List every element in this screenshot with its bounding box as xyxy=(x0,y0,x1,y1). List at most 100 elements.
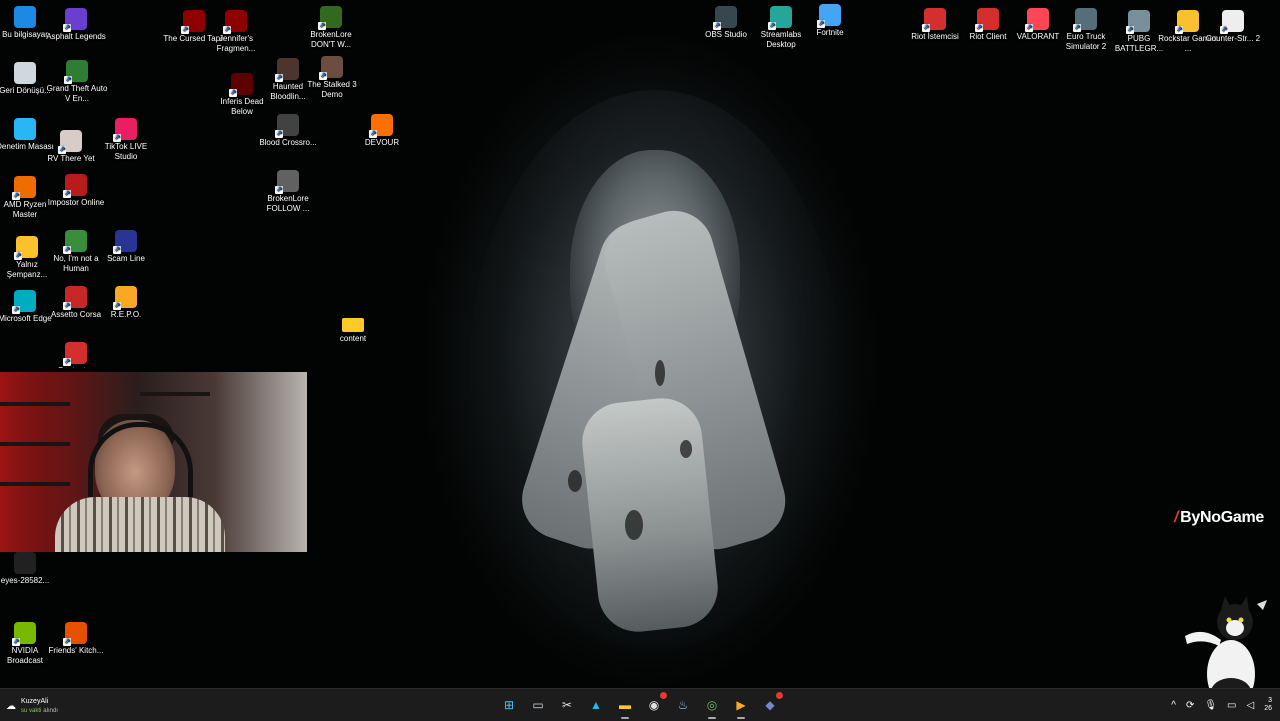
shortcut-arrow-icon: ↗ xyxy=(63,638,71,646)
desktop-icon[interactable]: eyes-28582... xyxy=(0,552,56,586)
tray-chevron-icon[interactable]: ^ xyxy=(1171,700,1176,711)
wallpaper-stain xyxy=(680,440,692,458)
file-explorer-button[interactable]: ▬ xyxy=(613,693,637,719)
discord-button[interactable]: ◆ xyxy=(758,692,783,717)
shortcut-arrow-icon: ↗ xyxy=(229,89,237,97)
snipping-tool-button[interactable]: ✂ xyxy=(555,693,579,717)
sync-icon[interactable]: ⟳ xyxy=(1186,700,1194,711)
desktop-icon-label: Fortnite xyxy=(816,28,844,37)
volume-icon[interactable]: ◁ xyxy=(1247,700,1255,711)
desktop-icon[interactable]: ↗ Scam Line xyxy=(95,230,157,264)
shortcut-arrow-icon: ↗ xyxy=(1025,24,1033,32)
desktop-icon-label: Counter-Str... 2 xyxy=(1205,34,1261,43)
shortcut-arrow-icon: ↗ xyxy=(12,638,20,646)
shortcut-arrow-icon: ↗ xyxy=(12,306,20,314)
shortcut-arrow-icon: ↗ xyxy=(63,24,71,32)
chrome-icon: ◎ xyxy=(706,698,718,712)
taskbar-widget[interactable]: ☁ KuzeyAli su vakti alındı xyxy=(6,697,58,716)
chrome-button[interactable]: ◎ xyxy=(700,693,724,719)
desktop-icon[interactable]: ↗ Counter-Str... 2 xyxy=(1202,10,1264,44)
desktop-icon[interactable]: ↗Content ... xyxy=(45,342,107,368)
network-icon[interactable]: ▭ xyxy=(1227,700,1236,711)
desktop-icon[interactable]: ↗ Grand Theft Auto V En... xyxy=(46,60,108,104)
desktop-icon[interactable]: ↗ OBS Studio xyxy=(695,6,757,40)
brokenlore-icon: ↗ xyxy=(318,6,342,30)
riot-client-icon: ↗ xyxy=(975,8,999,32)
shortcut-arrow-icon: ↗ xyxy=(768,22,776,30)
start-button[interactable]: ⊞ xyxy=(497,693,521,717)
shortcut-arrow-icon: ↗ xyxy=(817,20,825,28)
desktop-icon[interactable]: ↗ Jennifer's Fragmen... xyxy=(205,10,267,54)
shortcut-arrow-icon: ↗ xyxy=(63,190,71,198)
desktop-icon[interactable]: ↗ BrokenLore FOLLOW ... xyxy=(257,170,319,214)
desktop-icon-label: TikTok LIVE Studio xyxy=(104,142,148,161)
widget-title: KuzeyAli xyxy=(21,698,49,705)
desktop-icon-label: The Stalked 3 Demo xyxy=(307,80,357,99)
clock-line-1: 3 xyxy=(1268,697,1272,704)
shortcut-arrow-icon: ↗ xyxy=(14,252,22,260)
obs-icon: ↗ xyxy=(713,6,737,30)
shortcut-arrow-icon: ↗ xyxy=(113,134,121,142)
shortcut-arrow-icon: ↗ xyxy=(58,146,66,154)
discord-icon: ◆ xyxy=(765,698,775,712)
user-status-icon: ☁ xyxy=(6,700,16,712)
desktop-icon[interactable]: ↗ BrokenLore DON'T W... xyxy=(300,6,362,50)
watermark-text: ByNoGame xyxy=(1180,509,1264,526)
desktop-icon[interactable]: ↗ DEVOUR xyxy=(351,114,413,148)
desktop-icon-label: OBS Studio xyxy=(705,30,747,39)
shortcut-arrow-icon: ↗ xyxy=(63,358,71,366)
desktop-wallpaper xyxy=(0,0,1280,688)
clock[interactable]: 3 26 xyxy=(1264,697,1272,713)
desktop-icon[interactable]: ↗ RV There Yet xyxy=(40,130,102,164)
amd-icon: ↗ xyxy=(12,176,36,200)
task-view-icon: ▭ xyxy=(532,698,544,712)
shortcut-arrow-icon: ↗ xyxy=(12,192,20,200)
rockstar-icon: ↗ xyxy=(1175,10,1199,34)
widget-subtitle-2: alındı xyxy=(43,708,58,714)
blood-crossroads-icon: ↗ xyxy=(275,114,299,138)
desktop-icon-label: BrokenLore DON'T W... xyxy=(310,30,352,49)
taskbar-apps: ⊞ ▭ ✂ ▲ ▬ ◉ ♨ ◎ ▶ ◆ xyxy=(497,692,783,719)
folder-icon xyxy=(342,318,364,332)
devour-icon: ↗ xyxy=(369,114,393,138)
wallpaper-lower-hand xyxy=(578,394,722,636)
shortcut-arrow-icon: ↗ xyxy=(319,72,327,80)
desktop-icon[interactable]: ↗ Impostor Online xyxy=(45,174,107,208)
desktop-icon[interactable]: content xyxy=(322,314,384,344)
photos-button[interactable]: ▲ xyxy=(584,693,608,717)
shortcut-arrow-icon: ↗ xyxy=(369,130,377,138)
folder-icon: ▬ xyxy=(619,698,631,712)
wallpaper-stain xyxy=(655,360,665,386)
desktop-icon[interactable]: ↗ The Stalked 3 Demo xyxy=(301,56,363,100)
desktop-icon[interactable]: ↗ TikTok LIVE Studio xyxy=(95,118,157,162)
bynogame-watermark: / ByNoGame xyxy=(1174,509,1264,527)
wallpaper-stain xyxy=(625,510,643,540)
streamlabs-icon: ↗ xyxy=(768,6,792,30)
haunted-icon: ↗ xyxy=(275,58,299,82)
obs-button[interactable]: ◉ xyxy=(642,692,667,717)
riot-icon: ↗ xyxy=(922,8,946,32)
steam-button[interactable]: ♨ xyxy=(671,693,695,717)
stalked-icon: ↗ xyxy=(319,56,343,80)
task-view-button[interactable]: ▭ xyxy=(526,693,550,717)
desktop-icon-label: Grand Theft Auto V En... xyxy=(46,84,108,103)
shortcut-arrow-icon: ↗ xyxy=(63,302,71,310)
desktop-icon-label: eyes-28582... xyxy=(0,576,50,585)
desktop-icon-label: BrokenLore FOLLOW ... xyxy=(266,194,310,213)
desktop-icon-label: Blood Crossro... xyxy=(259,138,317,147)
desktop-icon[interactable]: ↗ Fortnite xyxy=(799,4,861,38)
desktop-icon[interactable]: ↗ Blood Crossro... xyxy=(257,114,319,148)
desktop-icon[interactable]: ↗ Asphalt Legends xyxy=(45,8,107,42)
desktop-icon[interactable]: ↗ R.E.P.O. xyxy=(95,286,157,320)
impostor-icon: ↗ xyxy=(63,174,87,198)
microphone-icon[interactable]: 🎙 xyxy=(1204,700,1217,711)
desktop-icon-label: Jennifer's Fragmen... xyxy=(216,34,256,53)
shortcut-arrow-icon: ↗ xyxy=(1175,26,1183,34)
snipping-tool-icon: ✂ xyxy=(561,698,573,712)
shortcut-arrow-icon: ↗ xyxy=(113,302,121,310)
desktop-icon[interactable]: ↗ Friends' Kitch... xyxy=(45,622,107,656)
media-player-button[interactable]: ▶ xyxy=(729,693,753,719)
shortcut-arrow-icon: ↗ xyxy=(318,22,326,30)
shortcut-arrow-icon: ↗ xyxy=(275,130,283,138)
jennifer-icon: ↗ xyxy=(223,10,247,34)
